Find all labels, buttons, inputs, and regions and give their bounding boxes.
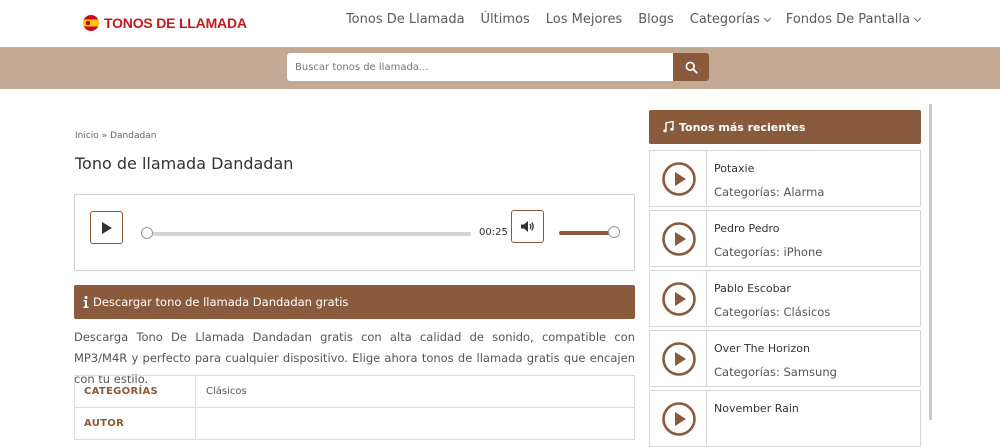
- category-prefix: Categorías:: [714, 185, 780, 199]
- ringtone-title[interactable]: Pablo Escobar: [714, 282, 791, 295]
- table-key: CATEGORÍAS: [74, 375, 196, 408]
- list-item[interactable]: Pedro Pedro Categorías: iPhone: [649, 210, 921, 267]
- volume-slider[interactable]: [559, 231, 615, 235]
- site-logo-text: TONOS DE LLAMADA: [104, 15, 247, 31]
- volume-button[interactable]: [511, 210, 544, 243]
- nav-item-label: Fondos De Pantalla: [785, 12, 910, 27]
- table-key: AUTOR: [74, 407, 196, 440]
- time-display: 00:25: [479, 227, 508, 238]
- page-title: Tono de llamada Dandadan: [75, 154, 294, 173]
- breadcrumb-current: Dandadan: [110, 131, 157, 141]
- ringtone-title[interactable]: Pedro Pedro: [714, 222, 780, 235]
- nav-item-label: Los Mejores: [545, 12, 623, 27]
- category-value[interactable]: Alarma: [784, 185, 825, 199]
- sidebar-header: Tonos más recientes: [649, 110, 921, 144]
- table-value: [195, 407, 635, 440]
- nav-item-label: Blogs: [638, 12, 674, 27]
- play-circle-icon: [661, 222, 696, 256]
- ringtone-play-button[interactable]: [651, 331, 707, 387]
- search-button[interactable]: [673, 53, 709, 81]
- ringtone-play-button[interactable]: [651, 151, 707, 207]
- search-icon: [685, 61, 698, 74]
- nav-item-blogs[interactable]: Blogs: [638, 12, 674, 27]
- spain-flag-icon: [83, 15, 99, 31]
- ringtone-play-button[interactable]: [651, 211, 707, 267]
- nav-item-label: Categorías: [689, 12, 760, 27]
- category-prefix: Categorías:: [714, 365, 780, 379]
- ringtone-play-button[interactable]: [651, 271, 707, 327]
- play-icon: [101, 221, 112, 234]
- table-row: CATEGORÍAS Clásicos: [74, 375, 635, 408]
- audio-player: 00:25: [74, 194, 635, 271]
- table-row: AUTOR: [74, 407, 635, 440]
- info-icon: [83, 296, 89, 308]
- play-circle-icon: [661, 402, 696, 436]
- site-logo[interactable]: TONOS DE LLAMADA: [83, 13, 247, 33]
- ringtone-title[interactable]: Potaxie: [714, 162, 754, 175]
- ringtone-category: Categorías: Clásicos: [714, 305, 830, 319]
- progress-bar[interactable]: [147, 232, 471, 236]
- breadcrumb-separator: »: [101, 131, 108, 141]
- nav-item-fondos[interactable]: Fondos De Pantalla: [785, 12, 922, 27]
- nav-item-categorias[interactable]: Categorías: [689, 12, 771, 27]
- search-input[interactable]: [287, 53, 673, 81]
- nav-item-label: Tonos De Llamada: [345, 12, 465, 27]
- nav-item-label: Últimos: [480, 12, 530, 27]
- category-value[interactable]: iPhone: [784, 245, 823, 259]
- list-item[interactable]: Potaxie Categorías: Alarma: [649, 150, 921, 207]
- play-button[interactable]: [90, 211, 123, 244]
- ringtone-title[interactable]: Over The Horizon: [714, 342, 810, 355]
- main-nav: Tonos De Llamada Últimos Los Mejores Blo…: [346, 12, 922, 27]
- download-header: Descargar tono de llamada Dandadan grati…: [74, 285, 635, 319]
- chevron-down-icon: [763, 14, 771, 22]
- category-value[interactable]: Samsung: [784, 365, 837, 379]
- progress-handle[interactable]: [141, 227, 153, 239]
- ringtone-title[interactable]: November Rain: [714, 402, 799, 415]
- list-item[interactable]: Over The Horizon Categorías: Samsung: [649, 330, 921, 387]
- search-band: [0, 47, 1000, 89]
- nav-item-los-mejores[interactable]: Los Mejores: [546, 12, 622, 27]
- chevron-down-icon: [913, 14, 922, 22]
- recent-ringtones-sidebar: Tonos más recientes Potaxie Categorías: …: [649, 110, 932, 447]
- info-table: CATEGORÍAS Clásicos AUTOR: [74, 375, 635, 440]
- top-navbar: TONOS DE LLAMADA Tonos De Llamada Último…: [0, 0, 1000, 47]
- volume-icon: [521, 221, 534, 232]
- nav-item-ultimos[interactable]: Últimos: [481, 12, 530, 27]
- ringtone-play-button[interactable]: [651, 391, 707, 447]
- play-circle-icon: [661, 342, 696, 376]
- volume-handle[interactable]: [608, 226, 620, 238]
- play-circle-icon: [661, 162, 696, 196]
- ringtone-category: Categorías: Samsung: [714, 365, 837, 379]
- list-item[interactable]: Pablo Escobar Categorías: Clásicos: [649, 270, 921, 327]
- download-header-text: Descargar tono de llamada Dandadan grati…: [93, 295, 349, 309]
- music-note-icon: [663, 121, 674, 133]
- ringtone-category: Categorías: iPhone: [714, 245, 822, 259]
- category-prefix: Categorías:: [714, 305, 780, 319]
- table-value[interactable]: Clásicos: [195, 375, 635, 408]
- breadcrumb: Inicio » Dandadan: [75, 131, 156, 141]
- nav-item-tonos[interactable]: Tonos De Llamada: [346, 12, 465, 27]
- breadcrumb-home[interactable]: Inicio: [75, 131, 99, 141]
- list-item[interactable]: November Rain: [649, 390, 921, 447]
- sidebar-header-text: Tonos más recientes: [679, 120, 806, 134]
- ringtone-category: Categorías: Alarma: [714, 185, 824, 199]
- category-value[interactable]: Clásicos: [784, 305, 831, 319]
- play-circle-icon: [661, 282, 696, 316]
- category-prefix: Categorías:: [714, 245, 780, 259]
